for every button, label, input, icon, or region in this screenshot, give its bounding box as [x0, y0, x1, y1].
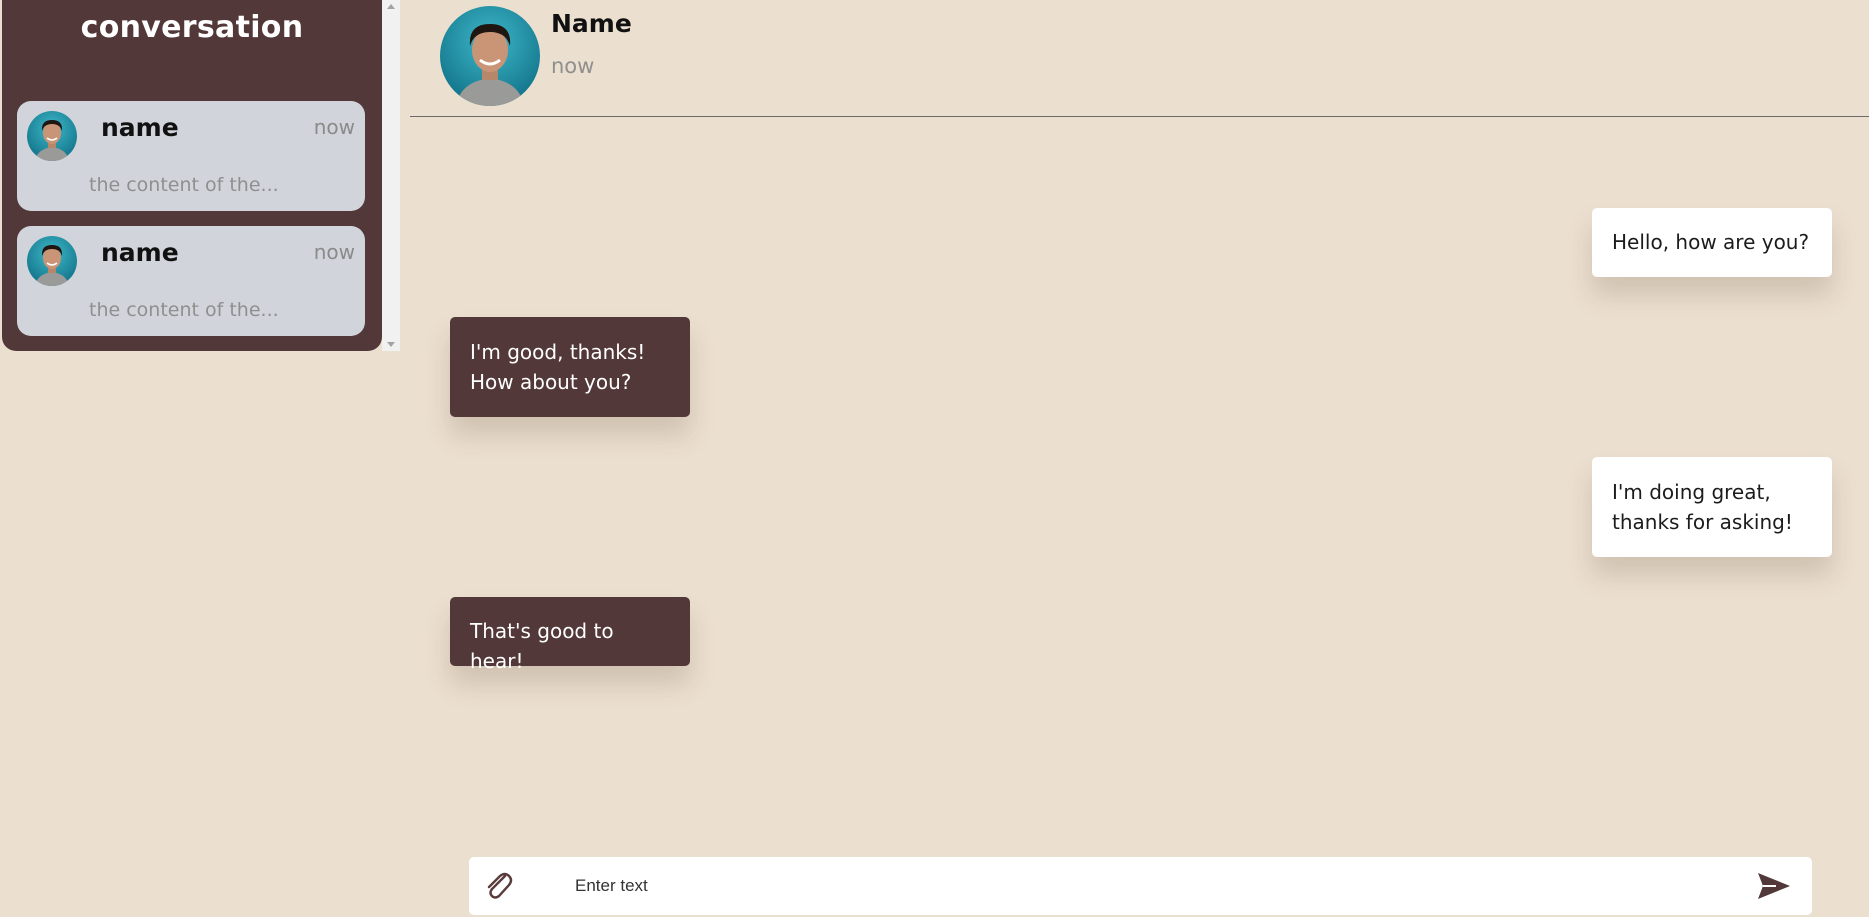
conversation-name: name	[101, 238, 179, 267]
conversation-preview: the content of the...	[89, 299, 279, 321]
send-button[interactable]	[1756, 869, 1792, 903]
message-composer	[469, 857, 1812, 915]
contact-avatar	[440, 6, 540, 106]
message-bubble-sent: Hello, how are you?	[1592, 208, 1832, 277]
send-icon	[1758, 873, 1790, 899]
conversation-name: name	[101, 113, 179, 142]
conversation-time: now	[313, 240, 355, 264]
sidebar-scrollbar[interactable]	[382, 0, 400, 351]
conversation-preview: the content of the...	[89, 174, 279, 196]
conversation-item[interactable]: name now the content of the...	[17, 226, 365, 336]
scroll-up-arrow-icon[interactable]	[387, 4, 395, 9]
contact-name: Name	[551, 9, 632, 38]
sidebar-title: conversation	[80, 10, 304, 45]
conversation-sidebar: conversation name now the content of the…	[2, 0, 382, 351]
contact-status: now	[551, 54, 595, 78]
avatar	[27, 236, 77, 286]
chat-app: conversation name now the content of the…	[0, 0, 1869, 917]
message-bubble-received: That's good to hear!	[450, 597, 690, 673]
message-input[interactable]	[575, 870, 1695, 902]
avatar	[27, 111, 77, 161]
chat-header: Name now	[410, 0, 1869, 117]
message-bubble-sent: I'm doing great, thanks for asking!	[1592, 457, 1832, 557]
conversation-item[interactable]: name now the content of the...	[17, 101, 365, 211]
conversation-time: now	[313, 115, 355, 139]
paperclip-icon[interactable]	[481, 868, 515, 904]
scroll-down-arrow-icon[interactable]	[387, 342, 395, 347]
message-bubble-received: I'm good, thanks! How about you?	[450, 317, 690, 417]
